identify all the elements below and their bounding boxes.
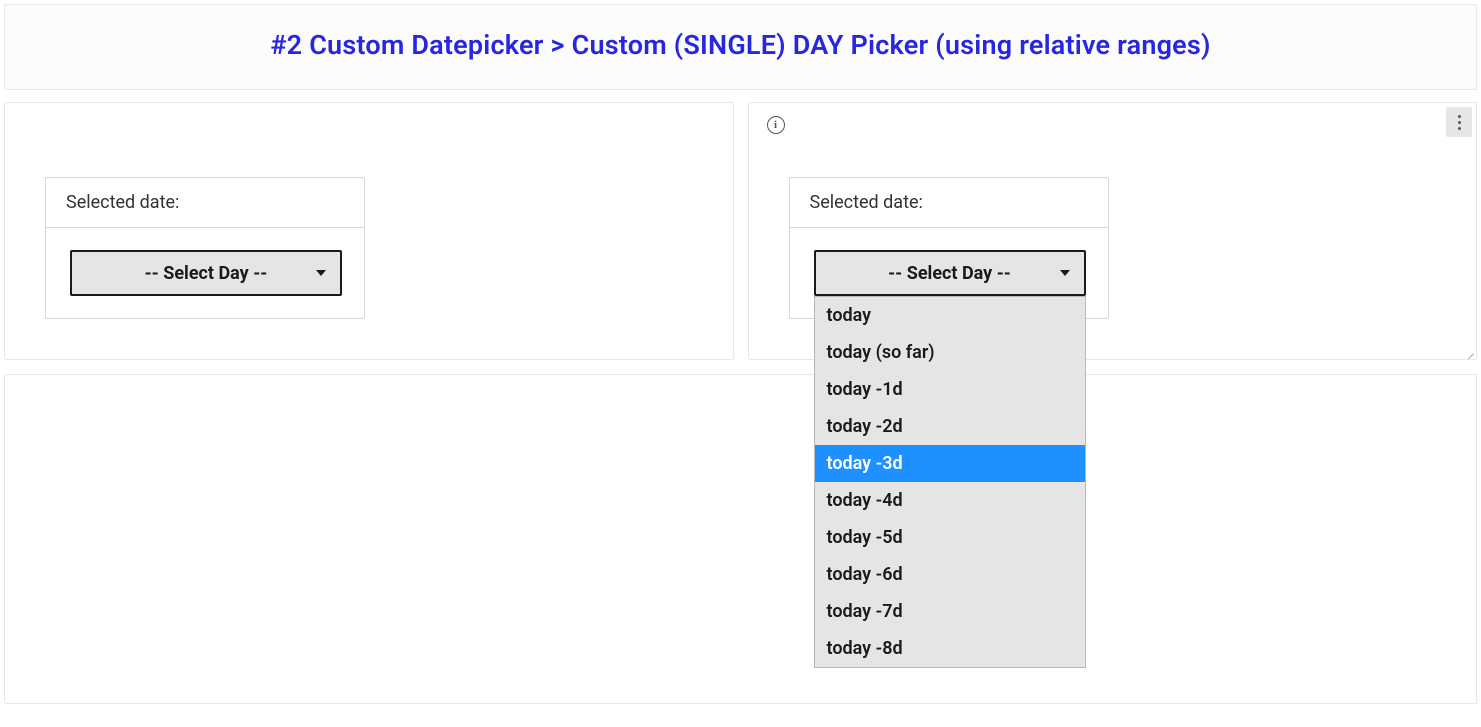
chevron-down-icon (1060, 270, 1070, 276)
panel-row: Selected date: -- Select Day -- i (4, 102, 1477, 360)
bottom-empty-panel (4, 374, 1477, 704)
left-datepicker-box: Selected date: -- Select Day -- (45, 177, 365, 319)
dropdown-list[interactable]: todaytoday (so far)today -1dtoday -2dtod… (814, 296, 1086, 668)
dropdown-item[interactable]: today -2d (815, 408, 1085, 445)
dropdown-item[interactable]: today (815, 297, 1085, 334)
right-panel-body: Selected date: -- Select Day -- todaytod… (749, 141, 1477, 359)
dropdown-item[interactable]: today -8d (815, 630, 1085, 667)
left-panel-body: Selected date: -- Select Day -- (5, 103, 733, 359)
dropdown-item[interactable]: today -7d (815, 593, 1085, 630)
page-header: #2 Custom Datepicker > Custom (SINGLE) D… (4, 4, 1477, 90)
info-icon[interactable]: i (767, 116, 785, 134)
right-datepicker-box: Selected date: -- Select Day -- todaytod… (789, 177, 1109, 319)
left-select-day[interactable]: -- Select Day -- (70, 250, 342, 296)
left-datepicker-label: Selected date: (46, 178, 364, 228)
right-select-text: -- Select Day -- (888, 263, 1011, 284)
dropdown-item[interactable]: today -4d (815, 482, 1085, 519)
kebab-icon (1458, 115, 1461, 130)
dropdown-item[interactable]: today -1d (815, 371, 1085, 408)
right-datepicker-label: Selected date: (790, 178, 1108, 228)
right-select-day[interactable]: -- Select Day -- (814, 250, 1086, 296)
right-panel-topbar: i (749, 103, 1477, 141)
left-select-text: -- Select Day -- (145, 263, 268, 284)
chevron-down-icon (316, 270, 326, 276)
right-panel: i Selected date: -- Select Day -- todayt… (748, 102, 1478, 360)
left-select-wrap: -- Select Day -- (46, 228, 364, 318)
dropdown-item[interactable]: today -6d (815, 556, 1085, 593)
right-select-wrap: -- Select Day -- todaytoday (so far)toda… (790, 228, 1108, 318)
dropdown-item[interactable]: today -3d (815, 445, 1085, 482)
page-title: #2 Custom Datepicker > Custom (SINGLE) D… (21, 29, 1460, 61)
panel-menu-button[interactable] (1446, 107, 1472, 137)
dropdown-item[interactable]: today -5d (815, 519, 1085, 556)
left-panel: Selected date: -- Select Day -- (4, 102, 734, 360)
dropdown-item[interactable]: today (so far) (815, 334, 1085, 371)
